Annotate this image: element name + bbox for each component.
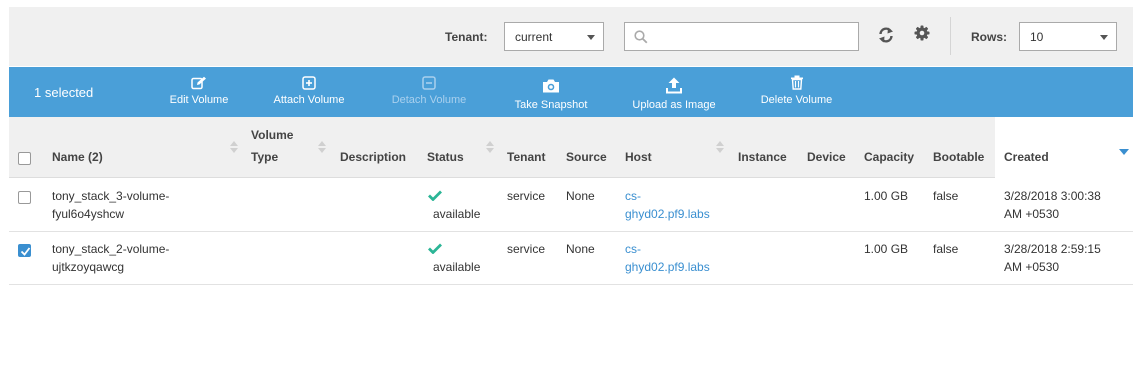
take-snapshot-button[interactable]: Take Snapshot (506, 67, 596, 117)
tenant-select-value: current (515, 30, 553, 44)
col-instance[interactable]: Instance (738, 146, 787, 168)
gear-icon[interactable] (914, 25, 930, 44)
take-snapshot-label: Take Snapshot (514, 99, 588, 111)
delete-volume-label: Delete Volume (760, 94, 833, 106)
upload-as-image-label: Upload as Image (632, 99, 716, 111)
row-checkbox[interactable] (18, 244, 31, 257)
search-icon (634, 30, 648, 44)
upload-icon (666, 77, 682, 94)
status-text: available (433, 260, 481, 274)
bootable-value: false (933, 242, 959, 256)
filter-bar: Tenant: current Rows: 10 (9, 7, 1133, 66)
search-input[interactable] (653, 27, 853, 47)
volume-name-line2: fyul6o4yshcw (52, 207, 125, 221)
sort-desc-icon[interactable] (1119, 149, 1129, 155)
tenant-label: Tenant: (445, 30, 488, 44)
table-header: Name (2) Volume Type Description Status … (9, 117, 1133, 178)
host-link-line1[interactable]: cs- (625, 240, 641, 258)
capacity-value: 1.00 GB (864, 189, 909, 203)
volume-name-line1: tony_stack_2-volume- (52, 242, 170, 256)
upload-as-image-button[interactable]: Upload as Image (624, 67, 724, 117)
col-bootable[interactable]: Bootable (933, 146, 984, 168)
edit-volume-button[interactable]: Edit Volume (159, 67, 239, 117)
tenant-select[interactable]: current (504, 22, 604, 51)
sort-icon[interactable] (716, 141, 724, 153)
checkbox-check-icon (20, 247, 31, 256)
created-line2: AM +0530 (1004, 207, 1060, 221)
chevron-down-icon (1100, 35, 1108, 40)
check-icon (428, 243, 442, 254)
capacity-value: 1.00 GB (864, 242, 909, 256)
table-row[interactable]: tony_stack_3-volume- fyul6o4yshcw availa… (9, 179, 1133, 232)
rows-select-value: 10 (1030, 30, 1044, 44)
edit-volume-label: Edit Volume (169, 94, 229, 106)
table-row[interactable]: tony_stack_2-volume- ujtkzoyqawcg availa… (9, 232, 1133, 285)
col-volume-type-line2[interactable]: Type (251, 146, 278, 168)
minus-square-icon (422, 76, 436, 90)
row-checkbox[interactable] (18, 191, 31, 204)
col-device[interactable]: Device (807, 146, 846, 168)
detach-volume-button[interactable]: Detach Volume (384, 67, 474, 117)
bootable-value: false (933, 189, 959, 203)
detach-volume-label: Detach Volume (391, 94, 467, 106)
col-name[interactable]: Name (2) (52, 146, 103, 168)
edit-icon (191, 76, 206, 90)
sort-icon[interactable] (318, 141, 326, 153)
rows-label: Rows: (971, 30, 1007, 44)
camera-icon (543, 79, 559, 93)
col-status[interactable]: Status (427, 146, 464, 168)
col-tenant[interactable]: Tenant (507, 146, 545, 168)
selected-count: 1 selected (34, 85, 94, 100)
created-line1: 3/28/2018 3:00:38 (1004, 189, 1101, 203)
host-link-line1[interactable]: cs- (625, 187, 641, 205)
status-text: available (433, 207, 481, 221)
col-source[interactable]: Source (566, 146, 607, 168)
sort-icon[interactable] (230, 141, 238, 153)
created-line1: 3/28/2018 2:59:15 (1004, 242, 1101, 256)
col-description[interactable]: Description (340, 146, 406, 168)
trash-icon (790, 75, 803, 90)
sort-icon[interactable] (486, 141, 494, 153)
col-created[interactable]: Created (1004, 146, 1049, 168)
chevron-down-icon (587, 35, 595, 40)
check-icon (428, 190, 442, 201)
rows-select[interactable]: 10 (1019, 22, 1117, 51)
host-link-line2[interactable]: ghyd02.pf9.labs (625, 205, 710, 223)
plus-square-icon (302, 76, 316, 90)
volume-name-line1: tony_stack_3-volume- (52, 189, 170, 203)
attach-volume-label: Attach Volume (273, 94, 345, 106)
tenant-value: service (507, 242, 546, 256)
tenant-value: service (507, 189, 546, 203)
col-capacity[interactable]: Capacity (864, 146, 914, 168)
action-bar: 1 selected Edit Volume Attach Volume Det… (9, 67, 1133, 117)
host-link-line2[interactable]: ghyd02.pf9.labs (625, 258, 710, 276)
col-volume-type-line1[interactable]: Volume (251, 124, 293, 146)
created-line2: AM +0530 (1004, 260, 1060, 274)
volume-name-line2: ujtkzoyqawcg (52, 260, 125, 274)
toolbar-divider (950, 17, 951, 55)
source-value: None (566, 242, 595, 256)
search-box[interactable] (624, 22, 859, 51)
source-value: None (566, 189, 595, 203)
refresh-icon[interactable] (878, 26, 894, 47)
select-all-checkbox[interactable] (18, 152, 31, 165)
col-host[interactable]: Host (625, 146, 652, 168)
delete-volume-button[interactable]: Delete Volume (754, 67, 839, 117)
attach-volume-button[interactable]: Attach Volume (264, 67, 354, 117)
